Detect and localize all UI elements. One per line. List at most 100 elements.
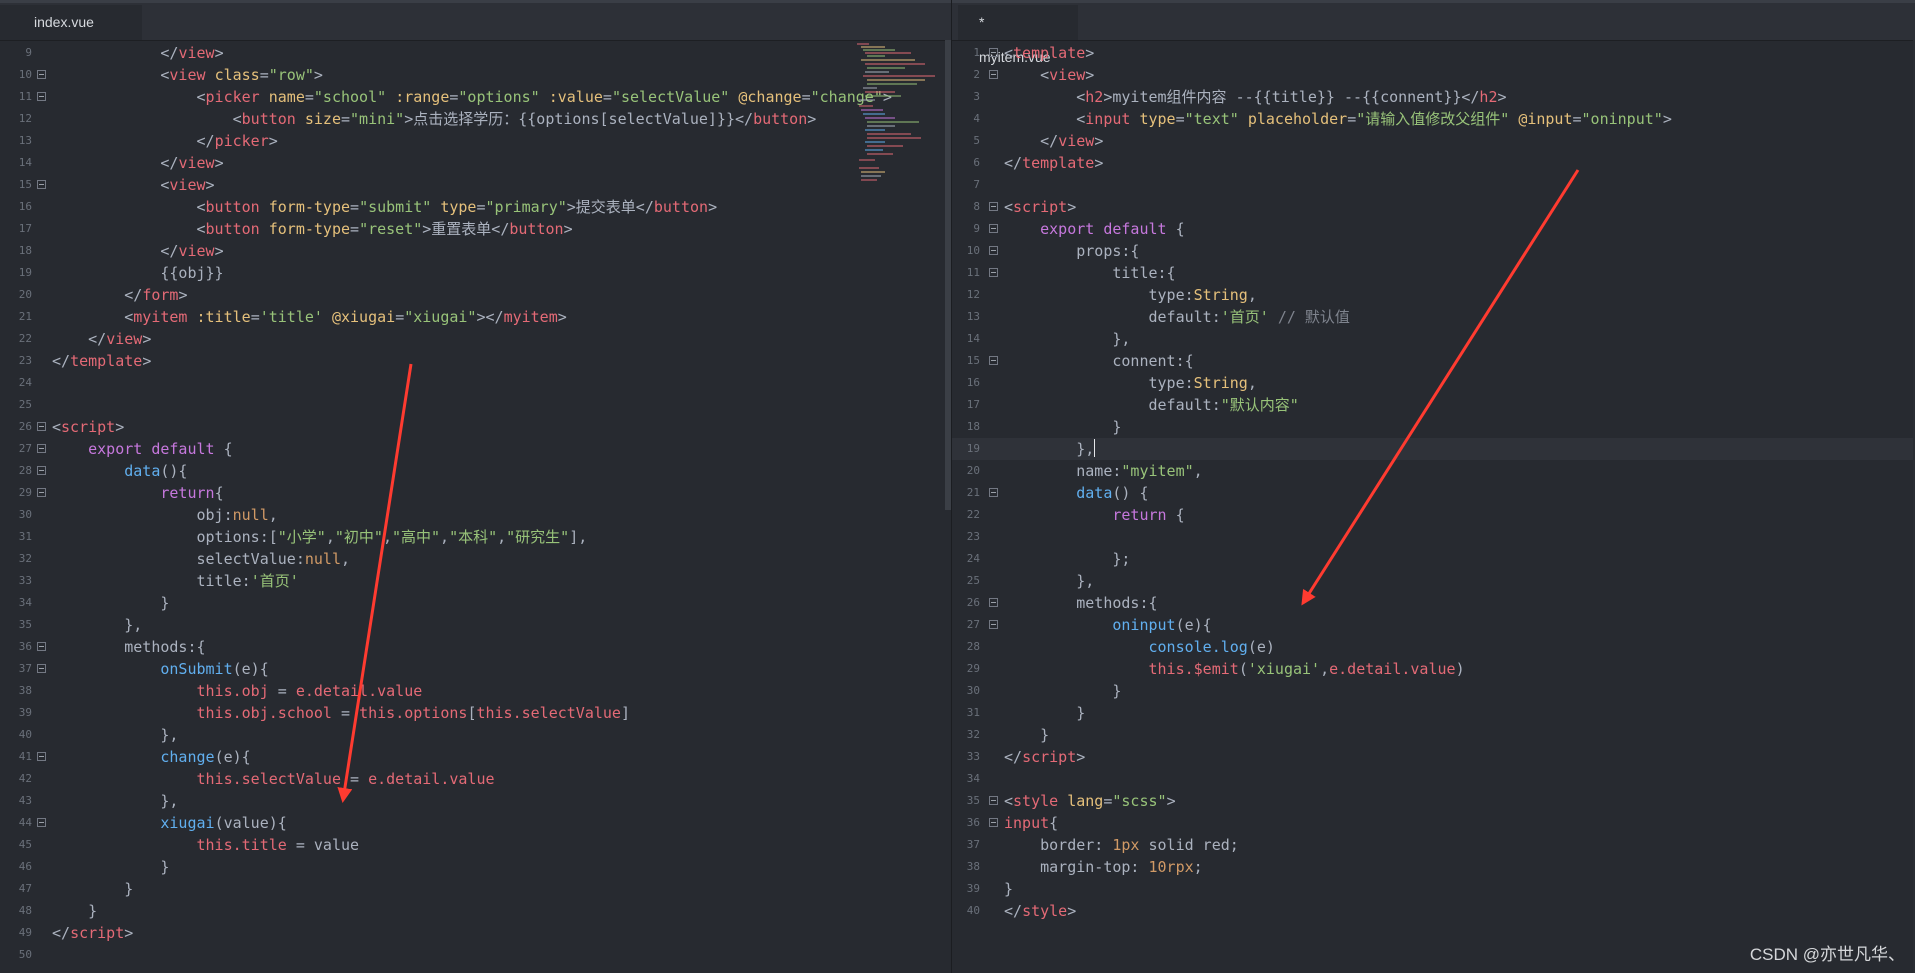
fold-toggle-icon[interactable] xyxy=(37,92,46,101)
fold-toggle-icon[interactable] xyxy=(37,422,46,431)
tab-index-vue[interactable]: index.vue xyxy=(0,5,142,40)
fold-toggle-icon[interactable] xyxy=(989,818,998,827)
code-line[interactable]: 5 </view> xyxy=(952,130,1915,152)
code-line[interactable]: 43 }, xyxy=(0,790,951,812)
code-line[interactable]: 45 this.title = value xyxy=(0,834,951,856)
code-line[interactable]: 21 <myitem :title='title' @xiugai="xiuga… xyxy=(0,306,951,328)
right-code-area[interactable]: 1 <template> 2 <view> 3 <h2>myitem组件内容 --{{… xyxy=(952,42,1915,922)
code-line[interactable]: 19 {{obj}} xyxy=(0,262,951,284)
code-line[interactable]: 29 return{ xyxy=(0,482,951,504)
fold-toggle-icon[interactable] xyxy=(989,356,998,365)
code-line[interactable]: 6 </template> xyxy=(952,152,1915,174)
fold-toggle-icon[interactable] xyxy=(989,620,998,629)
code-line[interactable]: 4 <input type="text" placeholder="请输入值修改… xyxy=(952,108,1915,130)
fold-toggle-icon[interactable] xyxy=(989,796,998,805)
code-line[interactable]: 37 onSubmit(e){ xyxy=(0,658,951,680)
code-line[interactable]: 1 <template> xyxy=(952,42,1915,64)
code-line[interactable]: 3 <h2>myitem组件内容 --{{title}} --{{connent… xyxy=(952,86,1915,108)
code-line[interactable]: 14 }, xyxy=(952,328,1915,350)
code-line[interactable]: 9 </view> xyxy=(0,42,951,64)
code-line[interactable]: 38 margin-top: 10rpx; xyxy=(952,856,1915,878)
code-line[interactable]: 11 title:{ xyxy=(952,262,1915,284)
fold-toggle-icon[interactable] xyxy=(989,246,998,255)
fold-toggle-icon[interactable] xyxy=(37,818,46,827)
code-line[interactable]: 38 this.obj = e.detail.value xyxy=(0,680,951,702)
code-line[interactable]: 49 </script> xyxy=(0,922,951,944)
code-line[interactable]: 30 obj:null, xyxy=(0,504,951,526)
fold-toggle-icon[interactable] xyxy=(989,202,998,211)
code-line[interactable]: 23 </template> xyxy=(0,350,951,372)
code-line[interactable]: 23 xyxy=(952,526,1915,548)
code-line[interactable]: 17 default:"默认内容" xyxy=(952,394,1915,416)
fold-toggle-icon[interactable] xyxy=(37,642,46,651)
code-line[interactable]: 18 } xyxy=(952,416,1915,438)
code-line[interactable]: 18 </view> xyxy=(0,240,951,262)
code-line[interactable]: 16 <button form-type="submit" type="prim… xyxy=(0,196,951,218)
code-line[interactable]: 36 input{ xyxy=(952,812,1915,834)
code-line[interactable]: 21 data() { xyxy=(952,482,1915,504)
code-line[interactable]: 12 type:String, xyxy=(952,284,1915,306)
code-line[interactable]: 33 title:'首页' xyxy=(0,570,951,592)
fold-toggle-icon[interactable] xyxy=(989,70,998,79)
tab-myitem-vue[interactable]: * myitem.vue xyxy=(958,5,1078,65)
code-line[interactable]: 35 }, xyxy=(0,614,951,636)
code-line[interactable]: 40 </style> xyxy=(952,900,1915,922)
code-line[interactable]: 39 this.obj.school = this.options[this.s… xyxy=(0,702,951,724)
fold-toggle-icon[interactable] xyxy=(37,752,46,761)
fold-toggle-icon[interactable] xyxy=(989,48,998,57)
code-line[interactable]: 19 }, xyxy=(952,438,1915,460)
code-line[interactable]: 17 <button form-type="reset">重置表单</butto… xyxy=(0,218,951,240)
code-line[interactable]: 9 export default { xyxy=(952,218,1915,240)
fold-toggle-icon[interactable] xyxy=(37,466,46,475)
code-line[interactable]: 15 <view> xyxy=(0,174,951,196)
fold-toggle-icon[interactable] xyxy=(37,664,46,673)
fold-toggle-icon[interactable] xyxy=(37,70,46,79)
code-line[interactable]: 7 xyxy=(952,174,1915,196)
code-line[interactable]: 47 } xyxy=(0,878,951,900)
code-line[interactable]: 2 <view> xyxy=(952,64,1915,86)
code-line[interactable]: 11 <picker name="school" :range="options… xyxy=(0,86,951,108)
code-line[interactable]: 10 props:{ xyxy=(952,240,1915,262)
code-line[interactable]: 13 </picker> xyxy=(0,130,951,152)
code-line[interactable]: 34 } xyxy=(0,592,951,614)
fold-toggle-icon[interactable] xyxy=(989,488,998,497)
code-line[interactable]: 25 }, xyxy=(952,570,1915,592)
code-line[interactable]: 8 <script> xyxy=(952,196,1915,218)
code-line[interactable]: 36 methods:{ xyxy=(0,636,951,658)
code-line[interactable]: 32 } xyxy=(952,724,1915,746)
code-line[interactable]: 24 }; xyxy=(952,548,1915,570)
fold-toggle-icon[interactable] xyxy=(989,224,998,233)
code-line[interactable]: 48 } xyxy=(0,900,951,922)
fold-toggle-icon[interactable] xyxy=(37,444,46,453)
fold-toggle-icon[interactable] xyxy=(989,268,998,277)
code-line[interactable]: 40 }, xyxy=(0,724,951,746)
code-line[interactable]: 26 methods:{ xyxy=(952,592,1915,614)
code-line[interactable]: 27 export default { xyxy=(0,438,951,460)
code-line[interactable]: 13 default:'首页' // 默认值 xyxy=(952,306,1915,328)
code-line[interactable]: 37 border: 1px solid red; xyxy=(952,834,1915,856)
code-line[interactable]: 12 <button size="mini">点击选择学历：{{options[… xyxy=(0,108,951,130)
code-line[interactable]: 24 xyxy=(0,372,951,394)
code-line[interactable]: 28 data(){ xyxy=(0,460,951,482)
fold-toggle-icon[interactable] xyxy=(37,488,46,497)
code-line[interactable]: 22 return { xyxy=(952,504,1915,526)
code-line[interactable]: 27 oninput(e){ xyxy=(952,614,1915,636)
fold-toggle-icon[interactable] xyxy=(989,598,998,607)
code-line[interactable]: 28 console.log(e) xyxy=(952,636,1915,658)
code-line[interactable]: 16 type:String, xyxy=(952,372,1915,394)
code-line[interactable]: 50 xyxy=(0,944,951,966)
code-line[interactable]: 20 name:"myitem", xyxy=(952,460,1915,482)
code-line[interactable]: 26 <script> xyxy=(0,416,951,438)
code-line[interactable]: 34 xyxy=(952,768,1915,790)
minimap[interactable] xyxy=(855,40,945,510)
code-line[interactable]: 46 } xyxy=(0,856,951,878)
code-line[interactable]: 20 </form> xyxy=(0,284,951,306)
left-code-area[interactable]: 9 </view> 10 <view class="row"> 11 <picker… xyxy=(0,42,951,966)
code-line[interactable]: 29 this.$emit('xiugai',e.detail.value) xyxy=(952,658,1915,680)
code-line[interactable]: 14 </view> xyxy=(0,152,951,174)
code-line[interactable]: 25 xyxy=(0,394,951,416)
code-line[interactable]: 35 <style lang="scss"> xyxy=(952,790,1915,812)
fold-toggle-icon[interactable] xyxy=(37,180,46,189)
code-line[interactable]: 31 options:["小学","初中","高中","本科","研究生"], xyxy=(0,526,951,548)
code-line[interactable]: 32 selectValue:null, xyxy=(0,548,951,570)
